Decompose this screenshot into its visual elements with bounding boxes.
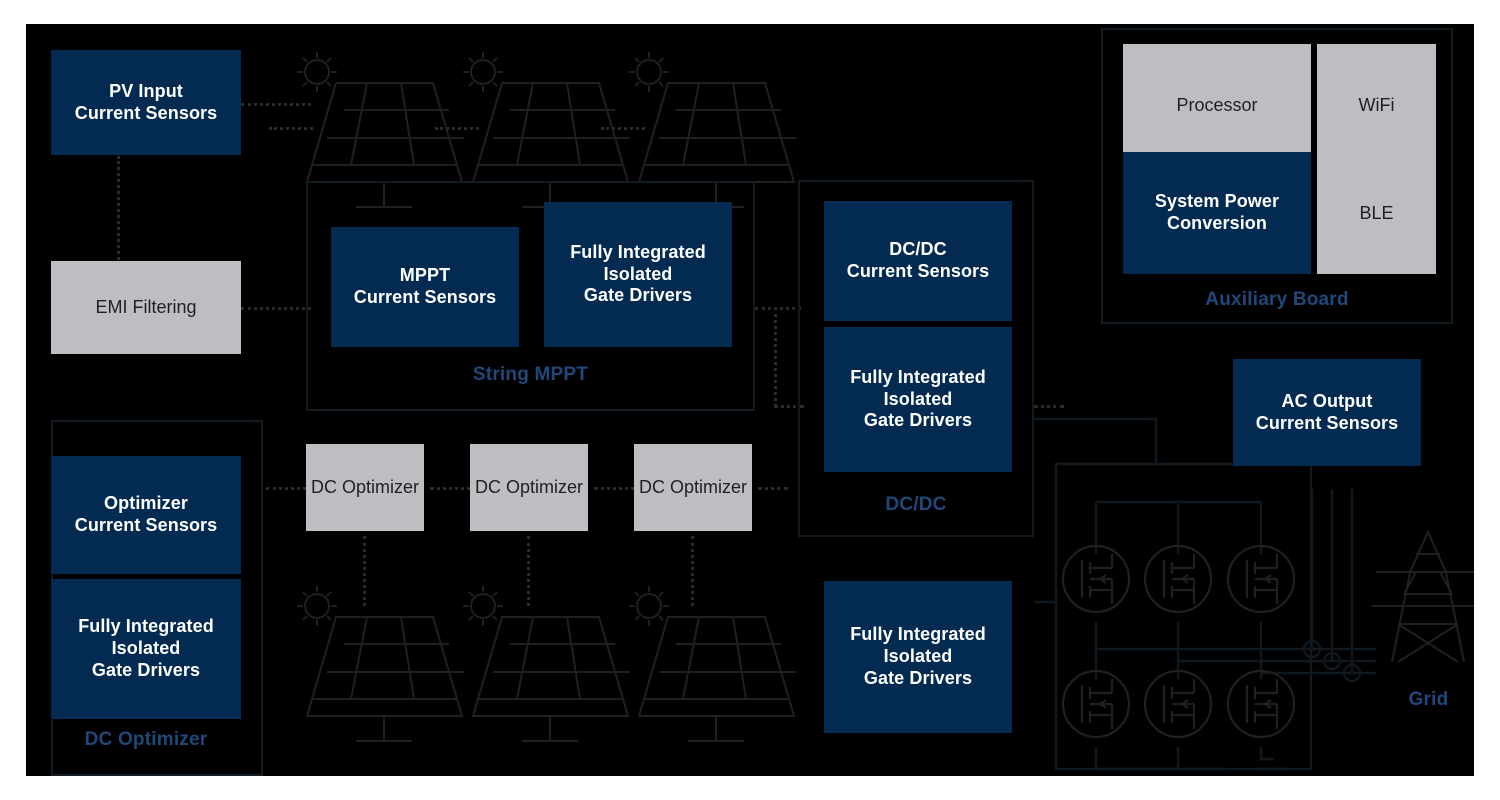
dcdc-gd-line1: Fully Integrated <box>850 366 986 387</box>
block-dc-optimizer-1[interactable]: DC Optimizer <box>306 444 424 531</box>
diagram-canvas: PV Input Current Sensors EMI Filtering O… <box>26 24 1474 776</box>
solar-panel-icon-top-2 <box>463 52 630 208</box>
ac-out-line2: Current Sensors <box>1255 412 1399 433</box>
block-mppt-current-sensors[interactable]: MPPT Current Sensors <box>331 227 519 347</box>
group-label-dc-optimizer: DC Optimizer <box>84 729 208 750</box>
mppt-sensors-line2: Current Sensors <box>353 287 497 307</box>
pv-input-line2: Current Sensors <box>74 102 218 123</box>
solar-panel-icon-top-3 <box>629 52 796 208</box>
dcdc-gd-line3: Gate Drivers <box>863 410 973 431</box>
block-ble[interactable]: BLE <box>1317 152 1436 274</box>
inv-gd-line3: Gate Drivers <box>863 667 973 688</box>
solar-panel-icon-top-1 <box>297 52 464 208</box>
ac-out-line1: AC Output <box>1281 390 1373 411</box>
block-mppt-gate-drivers[interactable]: Fully Integrated Isolated Gate Drivers <box>544 202 732 347</box>
block-optimizer-current-sensors[interactable]: Optimizer Current Sensors <box>51 456 241 574</box>
ble-label: BLE <box>1359 202 1394 223</box>
spc-line2: Conversion <box>1166 213 1267 233</box>
inv-gd-line2: Isolated <box>883 646 953 667</box>
optimizer-gd-line3: Gate Drivers <box>91 659 201 680</box>
block-pv-input-current-sensors[interactable]: PV Input Current Sensors <box>51 50 241 155</box>
block-dcdc-gate-drivers[interactable]: Fully Integrated Isolated Gate Drivers <box>824 327 1012 472</box>
optimizer-gd-line2: Isolated <box>111 638 181 659</box>
block-emi-filtering[interactable]: EMI Filtering <box>51 261 241 354</box>
mppt-sensors-line1: MPPT <box>399 265 451 286</box>
dc-opt-3-line1: DC <box>638 477 665 498</box>
mppt-gd-line2: Isolated <box>603 263 673 284</box>
solar-panel-icon-bottom-2 <box>463 586 630 742</box>
dc-opt-1-line1: DC <box>310 477 337 498</box>
solar-panel-icon-bottom-1 <box>297 586 464 742</box>
group-label-dcdc: DC/DC <box>885 494 947 515</box>
group-label-grid: Grid <box>1408 689 1449 710</box>
block-ac-output-current-sensors[interactable]: AC Output Current Sensors <box>1233 359 1421 466</box>
emi-line1: EMI <box>95 297 128 318</box>
block-dc-optimizer-2[interactable]: DC Optimizer <box>470 444 588 531</box>
block-processor[interactable]: Processor <box>1123 44 1311 166</box>
group-label-string-mppt: String MPPT <box>472 364 589 385</box>
wifi-label: WiFi <box>1358 94 1395 115</box>
diagram-root: PV Input Current Sensors EMI Filtering O… <box>0 0 1500 800</box>
block-system-power-conversion[interactable]: System Power Conversion <box>1123 152 1311 274</box>
pv-input-line1: PV Input <box>109 80 183 101</box>
block-optimizer-gate-drivers[interactable]: Fully Integrated Isolated Gate Drivers <box>51 579 241 719</box>
mppt-gd-line1: Fully Integrated <box>570 241 706 262</box>
dcdc-sensors-line1: DC/DC <box>889 239 947 260</box>
dc-opt-2-line2: Optimizer <box>506 477 584 498</box>
dcdc-gd-line2: Isolated <box>883 388 953 409</box>
optimizer-sensors-line2: Current Sensors <box>74 515 218 535</box>
dcdc-sensors-line2: Current Sensors <box>846 261 990 281</box>
processor-label: Processor <box>1176 94 1258 115</box>
inv-gd-line1: Fully Integrated <box>850 624 986 645</box>
group-label-auxiliary-board: Auxiliary Board <box>1205 289 1349 310</box>
block-dc-optimizer-3[interactable]: DC Optimizer <box>634 444 752 531</box>
dc-opt-1-line2: Optimizer <box>342 477 420 498</box>
optimizer-gd-line1: Fully Integrated <box>78 616 214 637</box>
spc-line1: System Power <box>1154 191 1280 212</box>
dc-opt-3-line2: Optimizer <box>670 477 748 498</box>
block-wifi[interactable]: WiFi <box>1317 44 1436 166</box>
mosfet-icon-group <box>1061 544 1296 739</box>
optimizer-sensors-line1: Optimizer <box>104 493 188 514</box>
emi-line2: Filtering <box>132 297 197 318</box>
block-inverter-gate-drivers[interactable]: Fully Integrated Isolated Gate Drivers <box>824 581 1012 733</box>
mppt-gd-line3: Gate Drivers <box>583 285 693 306</box>
dc-opt-2-line1: DC <box>474 477 501 498</box>
block-dcdc-current-sensors[interactable]: DC/DC Current Sensors <box>824 201 1012 321</box>
solar-panel-icon-bottom-3 <box>629 586 796 742</box>
transmission-tower-icon <box>1372 529 1474 663</box>
